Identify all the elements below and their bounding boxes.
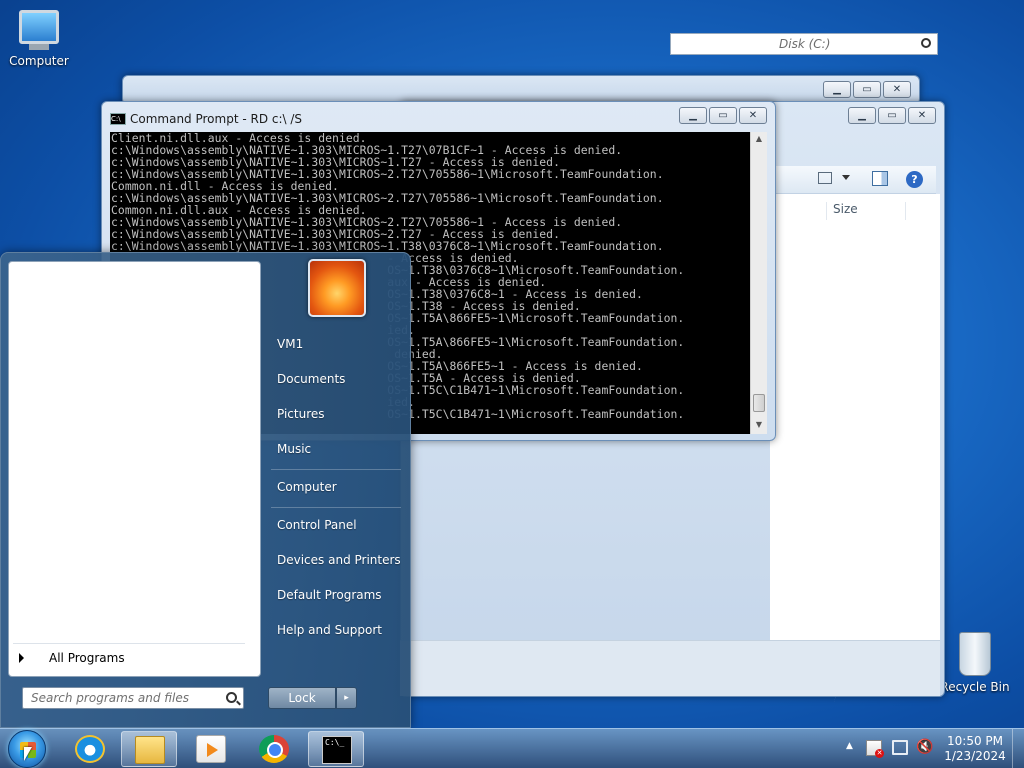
minimize-button[interactable]: ▁ — [823, 81, 851, 98]
desktop-icon-recycle-bin[interactable]: Recycle Bin — [938, 632, 1012, 694]
divider — [271, 469, 401, 470]
internet-explorer-icon — [75, 735, 105, 763]
help-icon[interactable]: ? — [906, 171, 923, 188]
divider — [13, 643, 245, 644]
scroll-thumb[interactable] — [753, 394, 765, 412]
start-item-music[interactable]: Music — [277, 442, 311, 456]
close-button[interactable]: ✕ — [739, 107, 767, 124]
power-options-arrow-icon[interactable]: ▸ — [336, 687, 357, 709]
action-center-flag-icon[interactable]: ✕ — [866, 740, 884, 758]
show-desktop-button[interactable] — [1012, 729, 1024, 768]
scroll-down-icon[interactable]: ▼ — [753, 420, 765, 432]
close-button[interactable]: ✕ — [883, 81, 911, 98]
desktop-icon-label: Computer — [9, 54, 69, 68]
address-text: Disk (C:) — [779, 37, 831, 51]
explorer-toolbar: ? — [770, 166, 936, 194]
all-programs-button[interactable]: All Programs — [49, 651, 125, 665]
window-title: Command Prompt - RD c:\ /S — [130, 112, 303, 126]
cmd-icon: C:\ — [110, 113, 126, 125]
explorer-search-field[interactable]: Disk (C:) — [670, 33, 938, 55]
user-avatar[interactable] — [308, 259, 366, 317]
search-icon — [921, 38, 931, 48]
programs-list[interactable] — [8, 261, 261, 677]
search-placeholder: Search programs and files — [31, 691, 189, 705]
folder-icon — [135, 736, 165, 764]
clock[interactable]: 10:50 PM 1/23/2024 — [940, 734, 1010, 764]
start-item-help-support[interactable]: Help and Support — [277, 623, 382, 637]
lock-button[interactable]: Lock — [268, 687, 336, 709]
explorer-details-pane — [400, 640, 940, 696]
tray-overflow-icon[interactable]: ▲ — [846, 741, 853, 751]
computer-icon — [19, 10, 59, 50]
start-item-documents[interactable]: Documents — [277, 372, 345, 386]
maximize-button[interactable]: ▭ — [878, 107, 906, 124]
view-options-icon[interactable] — [818, 172, 832, 184]
maximize-button[interactable]: ▭ — [853, 81, 881, 98]
mouse-cursor-icon — [24, 747, 32, 761]
volume-muted-icon[interactable]: 🔇 — [916, 739, 933, 755]
maximize-button[interactable]: ▭ — [709, 107, 737, 124]
network-icon[interactable] — [892, 740, 908, 755]
start-item-computer[interactable]: Computer — [277, 480, 337, 494]
taskbar: C:\_ ▲ ✕ 🔇 10:50 PM 1/23/2024 — [0, 728, 1024, 768]
vertical-scrollbar[interactable]: ▲ ▼ — [750, 132, 767, 434]
taskbar-command-prompt[interactable]: C:\_ — [308, 731, 364, 767]
search-icon[interactable] — [226, 692, 237, 703]
media-player-icon — [196, 735, 226, 763]
desktop-icon-label: Recycle Bin — [940, 680, 1010, 694]
chrome-icon — [259, 735, 289, 763]
start-menu: All Programs Search programs and files V… — [0, 252, 411, 728]
taskbar-file-explorer[interactable] — [121, 731, 177, 767]
minimize-button[interactable]: ▁ — [679, 107, 707, 124]
taskbar-chrome[interactable] — [246, 731, 302, 767]
start-item-pictures[interactable]: Pictures — [277, 407, 325, 421]
taskbar-internet-explorer[interactable] — [62, 731, 118, 767]
cmd-icon: C:\_ — [322, 736, 352, 764]
preview-pane-icon[interactable] — [872, 171, 888, 186]
clock-date: 1/23/2024 — [944, 749, 1006, 763]
recycle-bin-icon — [959, 632, 991, 676]
scroll-up-icon[interactable]: ▲ — [753, 134, 765, 146]
start-item-devices-printers[interactable]: Devices and Printers — [277, 553, 401, 567]
chevron-down-icon[interactable] — [842, 175, 850, 180]
minimize-button[interactable]: ▁ — [848, 107, 876, 124]
start-item-default-programs[interactable]: Default Programs — [277, 588, 382, 602]
divider — [271, 507, 401, 508]
explorer-file-list[interactable] — [770, 194, 940, 694]
caret-right-icon — [19, 653, 24, 663]
desktop-icon-computer[interactable]: Computer — [2, 10, 76, 68]
column-header-size[interactable]: Size — [826, 202, 906, 220]
taskbar-media-player[interactable] — [183, 731, 239, 767]
close-button[interactable]: ✕ — [908, 107, 936, 124]
clock-time: 10:50 PM — [947, 734, 1003, 748]
start-item-user[interactable]: VM1 — [277, 337, 303, 351]
start-item-control-panel[interactable]: Control Panel — [277, 518, 357, 532]
search-input[interactable]: Search programs and files — [22, 687, 244, 709]
